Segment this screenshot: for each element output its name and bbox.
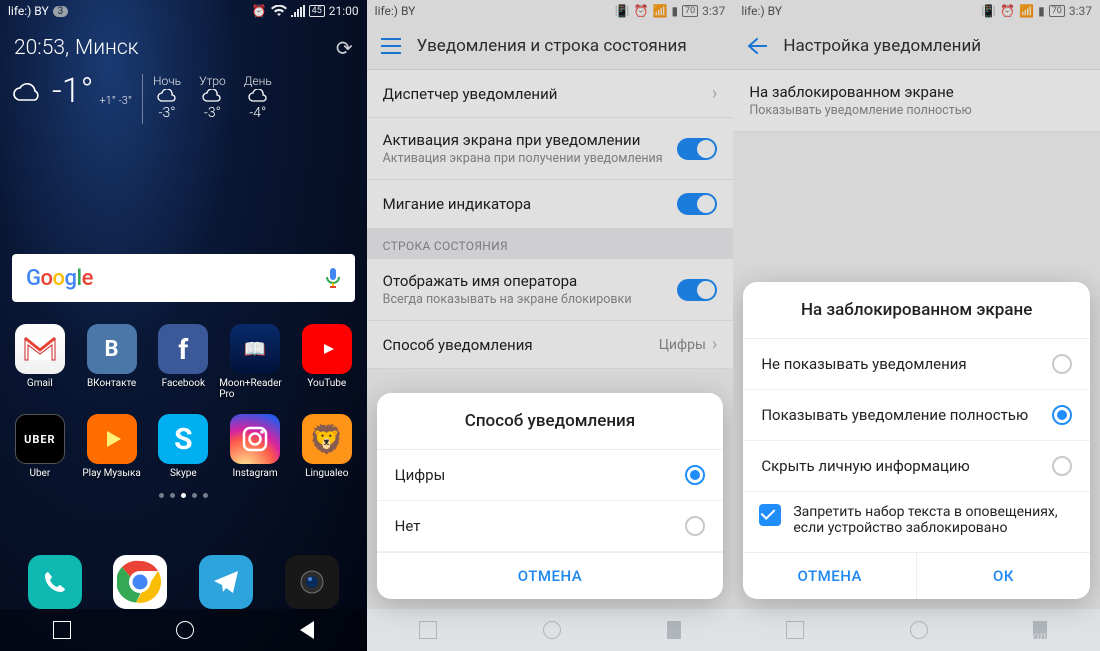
nav-recent[interactable] [419,621,437,639]
nav-home[interactable] [543,621,561,639]
nav-bar [0,609,367,651]
nav-home[interactable] [910,621,928,639]
app-play-music[interactable]: Play Музыка [76,414,148,479]
option-dont-show[interactable]: Не показывать уведомления [743,339,1090,390]
settings-screen-lockscreen: life:) BY 📳 ⏰ 📶 ▮ 70 3:37 Настройка увед… [733,0,1100,651]
google-search-bar[interactable]: Google [12,254,355,302]
option-show-full[interactable]: Показывать уведомление полностью [743,390,1090,441]
option-none[interactable]: Нет [377,501,724,552]
battery-pct: 45 [309,5,325,17]
weather-temp: -1° [52,74,93,108]
radio-icon [685,516,705,536]
signal-icon [291,5,305,17]
option-numbers[interactable]: Цифры [377,450,724,501]
dock-phone[interactable] [28,555,82,609]
weather-widget[interactable]: -1° +1° -3° Ночь-3° Утро-3° День-4° [0,68,367,134]
wifi-icon [271,5,287,17]
radio-icon [685,465,705,485]
app-youtube[interactable]: YouTube [291,324,363,400]
radio-icon [1052,405,1072,425]
voice-search-icon[interactable] [325,267,341,289]
dialog-title: Способ уведомления [377,393,724,450]
dock [0,555,367,609]
nav-back[interactable] [667,621,681,639]
app-grid: Gmail BВКонтакте fFacebook 📖Moon+Reader … [4,324,363,479]
nav-bar [367,609,734,651]
clock-row: 20:53, Минск ⟳ [0,22,367,68]
app-skype[interactable]: SSkype [147,414,219,479]
nav-recent[interactable] [786,621,804,639]
google-logo: Google [26,266,93,291]
forecast: Ночь-3° Утро-3° День-4° [153,74,272,121]
dialog-title: На заблокированном экране [743,282,1090,339]
alarm-icon: ⏰ [252,4,267,18]
app-facebook[interactable]: fFacebook [147,324,219,400]
nav-back[interactable] [300,621,314,639]
option-hide-private[interactable]: Скрыть личную информацию [743,441,1090,492]
app-moon-reader[interactable]: 📖Moon+Reader Pro [219,324,291,400]
clock-time: 20:53, [14,36,69,60]
radio-icon [1052,354,1072,374]
settings-screen-notifications: life:) BY 📳 ⏰ 📶 ▮ 70 3:37 Уведомления и … [367,0,734,651]
weather-icon [10,82,44,104]
nav-bar [733,609,1100,651]
app-instagram[interactable]: Instagram [219,414,291,479]
dialog-cancel[interactable]: ОТМЕНА [377,553,724,599]
checkbox-row[interactable]: Запретить набор текста в оповещениях, ес… [743,492,1090,552]
status-bar: life:) BY 3 ⏰ 45 21:00 [0,0,367,22]
nav-recent[interactable] [53,621,71,639]
dialog-lockscreen: На заблокированном экране Не показывать … [743,282,1090,599]
clock-city: Минск [75,36,139,60]
radio-icon [1052,456,1072,476]
weather-range: +1° -3° [99,94,132,107]
page-indicator [0,493,367,498]
dock-camera[interactable] [285,555,339,609]
dock-telegram[interactable] [199,555,253,609]
nav-back[interactable] [1033,621,1047,639]
dock-chrome[interactable] [113,555,167,609]
dialog-cancel[interactable]: ОТМЕНА [743,553,916,599]
dialog-notification-method: Способ уведомления Цифры Нет ОТМЕНА [377,393,724,599]
app-vk[interactable]: BВКонтакте [76,324,148,400]
dialog-ok[interactable]: ОК [916,553,1090,599]
app-gmail[interactable]: Gmail [4,324,76,400]
checkbox-icon [759,504,781,526]
home-screen: life:) BY 3 ⏰ 45 21:00 20:53, Минск ⟳ -1… [0,0,367,651]
carrier-label: life:) BY [8,4,49,18]
app-lingualeo[interactable]: 🦁Lingualeo [291,414,363,479]
status-time: 21:00 [329,4,359,18]
app-uber[interactable]: UBERUber [4,414,76,479]
refresh-icon[interactable]: ⟳ [336,36,353,60]
carrier-badge: 3 [53,6,69,17]
nav-home[interactable] [176,621,194,639]
